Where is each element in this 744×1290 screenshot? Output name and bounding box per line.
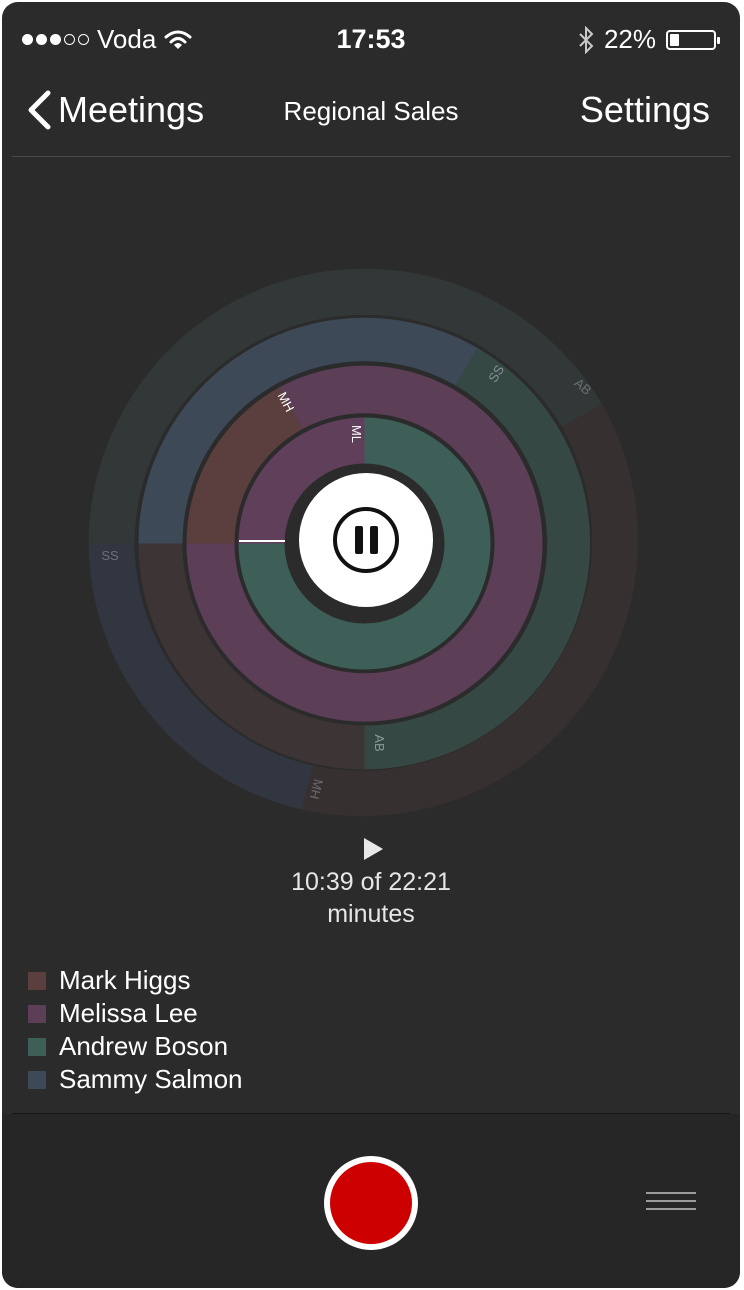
playback-time: 10:39 of 22:21: [291, 868, 451, 896]
legend-label: Melissa Lee: [59, 998, 198, 1028]
legend-label: Andrew Boson: [59, 1031, 229, 1061]
bottom-toolbar: [2, 1114, 740, 1288]
legend-swatch: [28, 1004, 46, 1023]
pause-button[interactable]: [299, 473, 433, 607]
legend-swatch: [28, 1070, 46, 1089]
segment-label: SS: [101, 548, 119, 563]
legend-item: Sammy Salmon: [28, 1063, 243, 1096]
playback-unit: minutes: [327, 900, 415, 928]
legend-swatch: [28, 971, 46, 990]
play-icon[interactable]: [363, 838, 383, 860]
legend-label: Sammy Salmon: [59, 1064, 243, 1094]
legend-swatch: [28, 1037, 46, 1056]
legend-item: Melissa Lee: [28, 997, 243, 1030]
legend-label: Mark Higgs: [59, 965, 191, 995]
segment-label: ML: [349, 425, 364, 443]
legend-item: Andrew Boson: [28, 1030, 243, 1063]
segment-label: AB: [372, 734, 387, 751]
record-icon: [330, 1162, 412, 1244]
legend-item: Mark Higgs: [28, 964, 243, 997]
phone-screen: Voda 17:53 22% Meetings Regional Sales S…: [2, 2, 740, 1288]
legend: Mark Higgs Melissa Lee Andrew Boson Samm…: [28, 964, 243, 1096]
playback-info: 10:39 of 22:21 minutes: [2, 832, 740, 930]
menu-icon[interactable]: [646, 1192, 696, 1216]
record-button[interactable]: [324, 1156, 418, 1250]
